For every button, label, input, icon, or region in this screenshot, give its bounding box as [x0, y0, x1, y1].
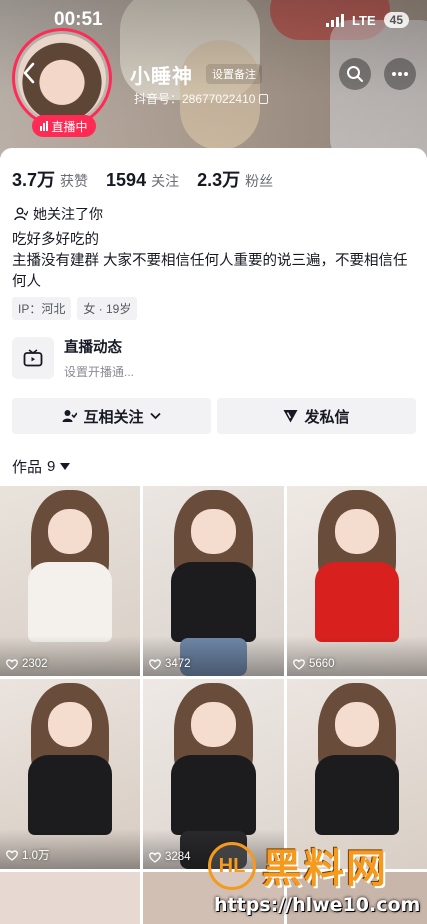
back-button[interactable]: [16, 60, 42, 86]
signal-icon: [326, 13, 345, 27]
video-likes: 5660: [293, 658, 335, 670]
works-label: 作品: [12, 459, 43, 476]
action-row: 互相关注 发私信: [12, 398, 416, 434]
watermark-url: https://hlwe10.com: [214, 894, 421, 916]
back-icon: [23, 62, 35, 84]
search-icon: [347, 66, 363, 82]
copy-icon[interactable]: [259, 93, 269, 104]
video-thumbnail[interactable]: 2302: [0, 486, 140, 676]
chevron-down-icon: [149, 412, 161, 420]
stat-followers[interactable]: 2.3万 粉丝: [197, 166, 273, 192]
works-count: 9: [47, 458, 56, 475]
send-message-button[interactable]: 发私信: [217, 398, 416, 434]
heart-icon: [293, 658, 305, 670]
tags: IP：河北 女 · 19岁: [12, 297, 138, 320]
live-icon: [40, 121, 49, 131]
status-bar-right: LTE 45: [326, 12, 409, 28]
video-likes-count: 1.0万: [22, 850, 50, 862]
set-remark-button[interactable]: 设置备注: [206, 64, 262, 84]
send-message-label: 发私信: [304, 408, 350, 426]
video-thumbnail[interactable]: 1.0万: [0, 679, 140, 869]
stats-row: 3.7万 获赞 1594 关注 2.3万 粉丝: [12, 166, 273, 192]
ip-tag: IP：河北: [12, 297, 72, 320]
video-thumbnail[interactable]: 3472: [143, 486, 284, 676]
douyin-id[interactable]: 抖音号：28677022410: [134, 90, 269, 107]
live-badge-label: 直播中: [51, 119, 88, 134]
send-icon: [283, 410, 298, 423]
heart-icon: [149, 851, 161, 863]
caret-down-icon: [60, 463, 71, 470]
more-icon: [392, 72, 408, 76]
gender-age-tag: 女 · 19岁: [77, 297, 138, 320]
follows-you-text: 她关注了你: [33, 206, 103, 222]
watermark-title: 黑料网: [262, 846, 388, 892]
heart-icon: [149, 658, 161, 670]
live-dynamic-title: 直播动态: [64, 340, 122, 356]
works-tab[interactable]: 作品 9: [12, 456, 71, 477]
person-check-icon: [62, 410, 78, 422]
bio-line: 吃好多好吃的: [12, 232, 99, 248]
watermark-logo: HL: [208, 842, 256, 890]
mutual-follow-button[interactable]: 互相关注: [12, 398, 211, 434]
follows-you: 她关注了你: [14, 204, 103, 224]
bio: 吃好多好吃的 主播没有建群 大家不要相信任何人重要的说三遍，不要相信任何人: [12, 230, 416, 293]
video-likes-count: 3472: [165, 658, 191, 670]
tv-icon: [23, 349, 43, 367]
live-dynamic-entry[interactable]: 直播动态 设置开播通...: [12, 336, 134, 380]
douyin-id-text: 抖音号：28677022410: [134, 92, 256, 106]
video-likes: 3472: [149, 658, 191, 670]
video-thumbnail[interactable]: [0, 872, 140, 924]
heart-icon: [6, 658, 18, 670]
live-dynamic-subtitle: 设置开播通...: [64, 365, 135, 379]
video-likes: 2302: [6, 658, 48, 670]
video-likes-count: 3284: [165, 851, 191, 863]
search-button[interactable]: [339, 58, 371, 90]
video-likes: 3284: [149, 851, 191, 863]
network-label: LTE: [352, 12, 376, 28]
more-button[interactable]: [384, 58, 416, 90]
profile-card: 3.7万 获赞 1594 关注 2.3万 粉丝 她关注了你 吃好多好吃的 主播没有建群…: [0, 148, 427, 488]
stat-following[interactable]: 1594 关注: [106, 170, 179, 191]
battery-icon: 45: [383, 12, 409, 28]
heart-icon: [6, 849, 18, 861]
video-likes: 1.0万: [6, 847, 50, 863]
stat-likes[interactable]: 3.7万 获赞: [12, 166, 88, 192]
live-badge[interactable]: 直播中: [32, 115, 96, 137]
bio-line: 主播没有建群 大家不要相信任何人重要的说三遍，不要相信任何人: [12, 253, 408, 290]
video-thumbnail[interactable]: 5660: [287, 486, 427, 676]
video-likes-count: 2302: [22, 658, 48, 670]
mutual-follow-label: 互相关注: [83, 408, 144, 426]
watermark: HL 黑料网 https://hlwe10.com: [208, 836, 422, 920]
video-likes-count: 5660: [309, 658, 335, 670]
video-grid: 2302 3472 5660 1.0万 3284: [0, 486, 427, 869]
nickname: 小睡神: [130, 66, 193, 88]
person-icon: [14, 207, 28, 221]
